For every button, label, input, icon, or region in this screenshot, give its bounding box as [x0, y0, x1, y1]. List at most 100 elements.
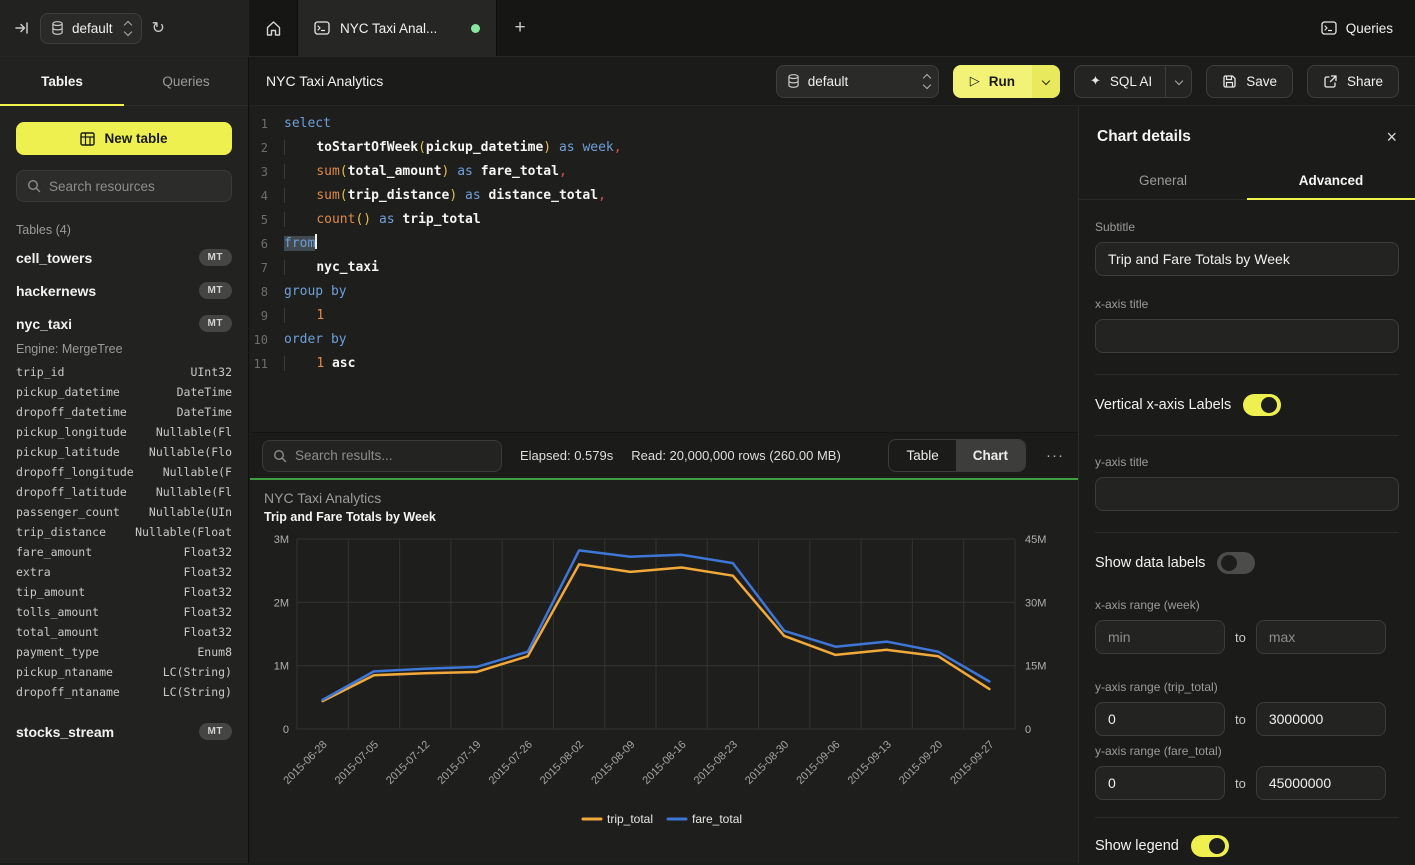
queries-icon — [1321, 21, 1337, 35]
share-icon — [1323, 74, 1338, 89]
column-type: Float32 — [184, 565, 232, 585]
save-icon — [1222, 74, 1237, 89]
editor-line[interactable]: 7 nyc_taxi — [250, 256, 1078, 280]
tab-tables[interactable]: Tables — [0, 57, 124, 105]
sql-ai-options-button[interactable] — [1165, 66, 1191, 97]
run-options-button[interactable] — [1032, 65, 1060, 98]
line-chart[interactable]: 001M15M2M30M3M45M2015-06-282015-07-05201… — [250, 522, 1078, 865]
legend-label: trip_total — [607, 812, 653, 826]
column-row: total_amountFloat32 — [16, 625, 232, 645]
line-code: from — [284, 232, 317, 256]
editor-line[interactable]: 11 1 asc — [250, 352, 1078, 376]
column-type: UInt32 — [190, 365, 232, 385]
x-range-max-input[interactable] — [1256, 620, 1386, 654]
refresh-button[interactable]: ↻ — [152, 18, 165, 38]
editor-line[interactable]: 3 sum(total_amount) as fare_total, — [250, 160, 1078, 184]
tab-advanced[interactable]: Advanced — [1247, 162, 1415, 199]
toggle-knob — [1261, 397, 1277, 413]
share-button[interactable]: Share — [1307, 65, 1399, 98]
show-legend-label: Show legend — [1095, 838, 1179, 854]
run-database-select-value: default — [808, 74, 849, 89]
sql-editor[interactable]: 1select2 toStartOfWeek(pickup_datetime) … — [250, 106, 1078, 432]
editor-line[interactable]: 10order by — [250, 328, 1078, 352]
close-panel-button[interactable]: × — [1386, 128, 1397, 146]
column-name: payment_type — [16, 645, 99, 665]
line-code: select — [284, 112, 331, 136]
new-table-button[interactable]: New table — [16, 122, 232, 155]
query-tab[interactable]: NYC Taxi Anal... — [297, 0, 497, 56]
column-row: pickup_longitudeNullable(Fl — [16, 425, 232, 445]
x-axis-tick: 2015-08-09 — [589, 739, 637, 787]
table-row[interactable]: hackernews MT — [16, 274, 232, 307]
y-axis-title-input[interactable] — [1095, 477, 1399, 511]
query-tab-title: NYC Taxi Anal... — [340, 21, 437, 36]
unsaved-changes-dot — [471, 24, 480, 33]
engine-badge: MT — [199, 723, 232, 740]
editor-line[interactable]: 6from — [250, 232, 1078, 256]
y-axis-title-label: y-axis title — [1095, 455, 1399, 469]
column-type: Nullable(Fl — [156, 425, 232, 445]
editor-line[interactable]: 2 toStartOfWeek(pickup_datetime) as week… — [250, 136, 1078, 160]
editor-line[interactable]: 9 1 — [250, 304, 1078, 328]
line-code: group by — [284, 280, 347, 304]
column-name: trip_id — [16, 365, 64, 385]
results-search-input[interactable] — [295, 448, 491, 463]
show-data-labels-toggle[interactable] — [1217, 552, 1255, 574]
database-select[interactable]: default — [40, 13, 142, 44]
x-axis-tick: 2015-08-23 — [692, 739, 740, 787]
tab-general[interactable]: General — [1079, 162, 1247, 199]
y1-range-max-input[interactable] — [1256, 702, 1386, 736]
x-range-min-input[interactable] — [1095, 620, 1225, 654]
table-name: stocks_stream — [16, 724, 114, 740]
new-tab-button[interactable]: + — [497, 0, 543, 56]
editor-line[interactable]: 1select — [250, 112, 1078, 136]
sql-ai-button[interactable]: ✦ SQL AI — [1074, 65, 1192, 98]
editor-line[interactable]: 4 sum(trip_distance) as distance_total, — [250, 184, 1078, 208]
database-icon — [51, 21, 64, 35]
more-options-button[interactable]: ··· — [1044, 447, 1066, 464]
table-row[interactable]: nyc_taxiMT — [16, 307, 232, 340]
queries-button[interactable]: Queries — [1321, 21, 1393, 36]
line-code: toStartOfWeek(pickup_datetime) as week, — [284, 136, 622, 160]
table-row[interactable]: stocks_stream MT — [16, 715, 232, 748]
run-label: Run — [989, 74, 1015, 89]
table-name: hackernews — [16, 283, 96, 299]
x-axis-tick: 2015-09-27 — [948, 739, 996, 787]
table-grid-icon — [80, 132, 95, 146]
y2-range-max-input[interactable] — [1256, 766, 1386, 800]
subtitle-input[interactable] — [1095, 242, 1399, 276]
view-chart-button[interactable]: Chart — [956, 440, 1025, 471]
y1-range-min-input[interactable] — [1095, 702, 1225, 736]
column-row: pickup_ntanameLC(String) — [16, 665, 232, 685]
resource-search — [16, 170, 232, 202]
view-table-button[interactable]: Table — [889, 440, 955, 471]
editor-line[interactable]: 5 count() as trip_total — [250, 208, 1078, 232]
line-code: 1 asc — [284, 352, 355, 376]
x-axis-title-input[interactable] — [1095, 319, 1399, 353]
run-database-select[interactable]: default — [776, 65, 939, 98]
tab-queries[interactable]: Queries — [124, 57, 248, 105]
sql-ai-label: SQL AI — [1110, 74, 1152, 89]
sidebar-body: New table Tables (4) cell_towersMThacker… — [0, 106, 248, 764]
column-name: passenger_count — [16, 505, 120, 525]
vertical-x-axis-labels-toggle[interactable] — [1243, 394, 1281, 416]
column-type: Float32 — [184, 605, 232, 625]
query-toolbar: NYC Taxi Analytics default ▷ Run ✦ SQL A… — [250, 57, 1415, 106]
home-tab-button[interactable] — [249, 0, 297, 56]
collapse-sidebar-button[interactable] — [14, 20, 30, 36]
refresh-icon: ↻ — [152, 18, 165, 38]
run-button[interactable]: ▷ Run — [953, 65, 1032, 98]
editor-line[interactable]: 8group by — [250, 280, 1078, 304]
table-row[interactable]: cell_towersMT — [16, 241, 232, 274]
show-legend-toggle[interactable] — [1191, 835, 1229, 857]
tables-list: cell_towersMThackernewsMTnyc_taxiMTEngin… — [16, 241, 232, 748]
engine-badge: MT — [199, 282, 232, 299]
y2-range-min-input[interactable] — [1095, 766, 1225, 800]
x-axis-tick: 2015-07-26 — [487, 739, 535, 787]
save-button[interactable]: Save — [1206, 65, 1293, 98]
column-row: payment_typeEnum8 — [16, 645, 232, 665]
resource-search-input[interactable] — [49, 179, 221, 194]
column-name: tip_amount — [16, 585, 85, 605]
x-axis-range-label: x-axis range (week) — [1095, 598, 1399, 612]
line-number: 9 — [250, 304, 284, 328]
